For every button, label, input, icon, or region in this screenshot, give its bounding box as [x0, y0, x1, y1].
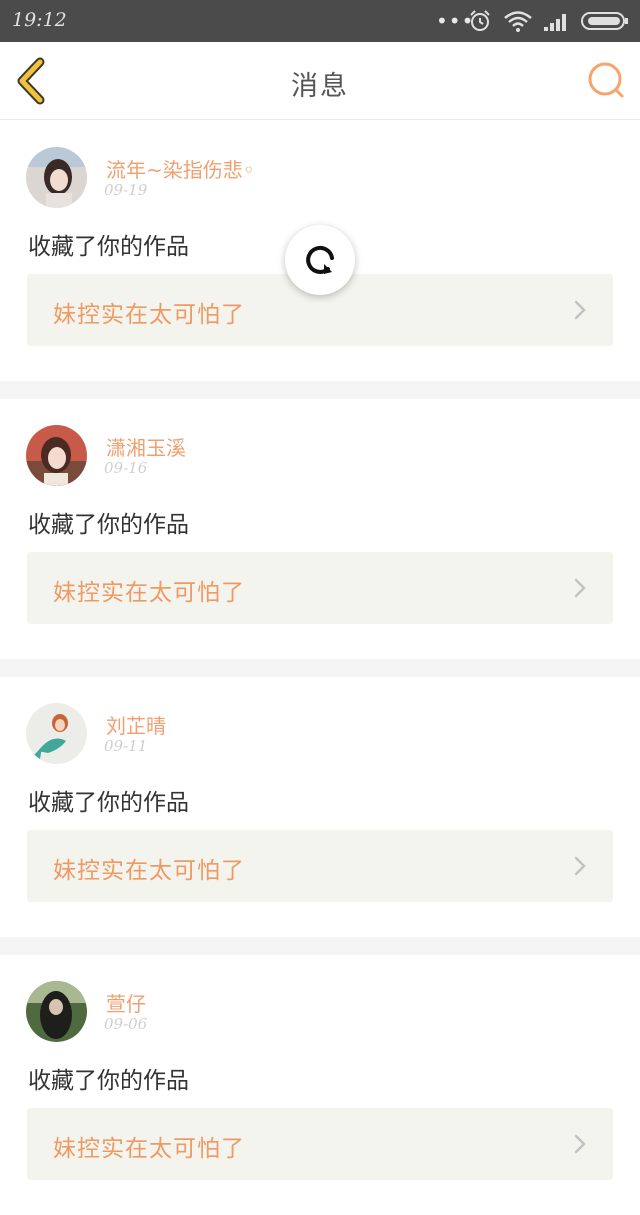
chevron-right-icon — [573, 299, 587, 321]
status-time: 19:12 — [12, 9, 67, 31]
message-item: 潇湘玉溪 09-16 收藏了你的作品 妹控实在太可怕了 — [0, 399, 640, 659]
work-title: 妹控实在太可怕了 — [53, 302, 245, 328]
alarm-icon — [468, 9, 492, 37]
work-link[interactable]: 妹控实在太可怕了 — [27, 552, 613, 624]
divider — [0, 381, 640, 399]
message-date: 09-11 — [104, 737, 148, 755]
refresh-button[interactable] — [285, 225, 355, 295]
username[interactable]: 刘芷晴 — [106, 710, 166, 739]
divider — [0, 659, 640, 677]
message-date: 09-06 — [104, 1015, 148, 1033]
avatar[interactable] — [26, 703, 87, 764]
avatar[interactable] — [26, 147, 87, 208]
work-link[interactable]: 妹控实在太可怕了 — [27, 1108, 613, 1180]
search-button[interactable] — [586, 60, 626, 102]
action-text: 收藏了你的作品 — [28, 512, 189, 538]
username[interactable]: 萱仔 — [106, 988, 146, 1017]
page-title: 消息 — [291, 71, 349, 102]
chevron-right-icon — [573, 1133, 587, 1155]
chevron-right-icon — [573, 577, 587, 599]
battery-icon — [581, 9, 631, 37]
username[interactable]: 流年~染指伤悲◦ — [106, 154, 255, 183]
wifi-icon — [503, 9, 533, 37]
action-text: 收藏了你的作品 — [28, 234, 189, 260]
status-bar: 19:12 ••• — [0, 0, 640, 42]
message-item: 萱仔 09-06 收藏了你的作品 妹控实在太可怕了 — [0, 955, 640, 1215]
work-title: 妹控实在太可怕了 — [53, 580, 245, 606]
action-text: 收藏了你的作品 — [28, 790, 189, 816]
work-link[interactable]: 妹控实在太可怕了 — [27, 830, 613, 902]
search-icon — [586, 62, 626, 106]
work-title: 妹控实在太可怕了 — [53, 858, 245, 884]
username[interactable]: 潇湘玉溪 — [106, 432, 186, 461]
message-item: 刘芷晴 09-11 收藏了你的作品 妹控实在太可怕了 — [0, 677, 640, 937]
signal-icon — [543, 9, 571, 37]
message-date: 09-16 — [104, 459, 148, 477]
avatar[interactable] — [26, 981, 87, 1042]
top-bar: 消息 — [0, 42, 640, 120]
avatar[interactable] — [26, 425, 87, 486]
action-text: 收藏了你的作品 — [28, 1068, 189, 1094]
work-title: 妹控实在太可怕了 — [53, 1136, 245, 1162]
chevron-right-icon — [573, 855, 587, 877]
message-date: 09-19 — [104, 181, 148, 199]
divider — [0, 937, 640, 955]
